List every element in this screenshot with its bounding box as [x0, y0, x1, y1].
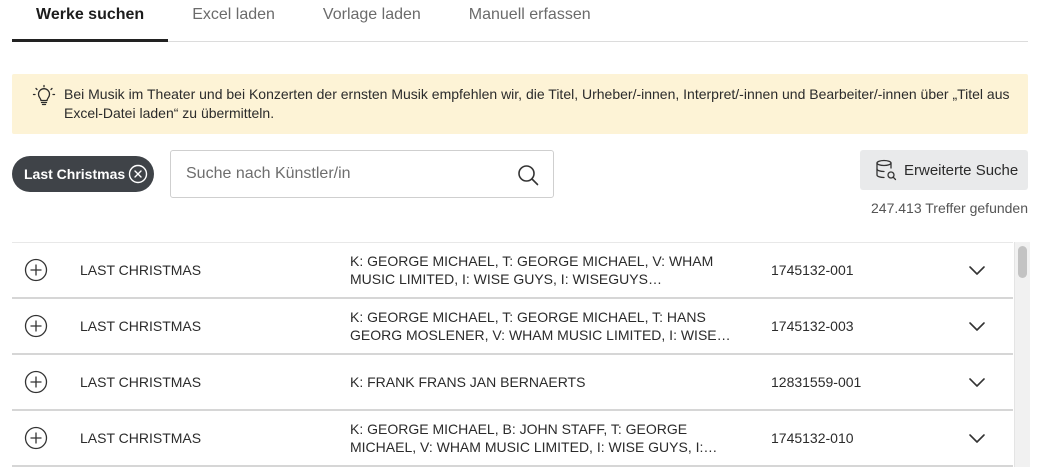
work-code: 1745132-001 [771, 262, 854, 278]
advanced-search-label: Erweiterte Suche [904, 161, 1019, 179]
database-search-icon [874, 158, 898, 182]
results-scrollbar[interactable] [1014, 242, 1030, 467]
lightbulb-icon [32, 84, 56, 108]
add-circle-icon[interactable] [24, 314, 48, 338]
tab-werke-suchen[interactable]: Werke suchen [12, 0, 169, 42]
add-circle-icon[interactable] [24, 258, 48, 282]
search-input[interactable] [171, 151, 501, 197]
work-persons: K: GEORGE MICHAEL, B: JOHN STAFF, T: GEO… [350, 421, 704, 455]
work-code: 1745132-010 [771, 430, 854, 446]
table-row[interactable]: LAST CHRISTMAS K: GEORGE MICHAEL, T: GEO… [12, 243, 1013, 299]
hits-count: 247.413 Treffer gefunden [871, 200, 1028, 216]
add-circle-icon[interactable] [24, 426, 48, 450]
work-persons: K: FRANK FRANS JAN BERNAERTS [350, 374, 586, 390]
scrollbar-thumb[interactable] [1018, 246, 1027, 278]
work-title: LAST CHRISTMAS [80, 318, 202, 334]
tab-manuell-erfassen[interactable]: Manuell erfassen [445, 0, 615, 41]
search-box [170, 150, 554, 198]
filter-chip-label: Last Christmas [24, 166, 126, 182]
info-banner: Bei Musik im Theater und bei Konzerten d… [12, 74, 1028, 134]
work-title: LAST CHRISTMAS [80, 374, 202, 390]
chevron-down-icon[interactable] [968, 429, 986, 447]
werke-suchen-page: Werke suchen Excel laden Vorlage laden M… [0, 0, 1043, 467]
work-title: LAST CHRISTMAS [80, 430, 202, 446]
advanced-search-button[interactable]: Erweiterte Suche [860, 150, 1028, 190]
close-icon[interactable] [128, 164, 148, 184]
table-row[interactable]: LAST CHRISTMAS K: GEORGE MICHAEL, T: GEO… [12, 299, 1013, 355]
search-icon[interactable] [516, 163, 540, 187]
add-circle-icon[interactable] [24, 370, 48, 394]
chevron-down-icon[interactable] [968, 261, 986, 279]
filter-chip[interactable]: Last Christmas [12, 156, 154, 192]
work-title: LAST CHRISTMAS [80, 262, 202, 278]
info-banner-text: Bei Musik im Theater und bei Konzerten d… [64, 86, 1010, 121]
chevron-down-icon[interactable] [968, 373, 986, 391]
work-code: 1745132-003 [771, 318, 854, 334]
table-row[interactable]: LAST CHRISTMAS K: GEORGE MICHAEL, B: JOH… [12, 411, 1013, 467]
chevron-down-icon[interactable] [968, 317, 986, 335]
tab-excel-laden[interactable]: Excel laden [168, 0, 299, 41]
tab-vorlage-laden[interactable]: Vorlage laden [299, 0, 445, 41]
table-row[interactable]: LAST CHRISTMAS K: FRANK FRANS JAN BERNAE… [12, 355, 1013, 411]
work-persons: K: GEORGE MICHAEL, T: GEORGE MICHAEL, V:… [350, 253, 714, 287]
work-code: 12831559-001 [771, 374, 862, 390]
results-list: LAST CHRISTMAS K: GEORGE MICHAEL, T: GEO… [12, 242, 1013, 467]
work-persons: K: GEORGE MICHAEL, T: GEORGE MICHAEL, T:… [350, 309, 717, 343]
tab-bar: Werke suchen Excel laden Vorlage laden M… [12, 0, 1028, 42]
